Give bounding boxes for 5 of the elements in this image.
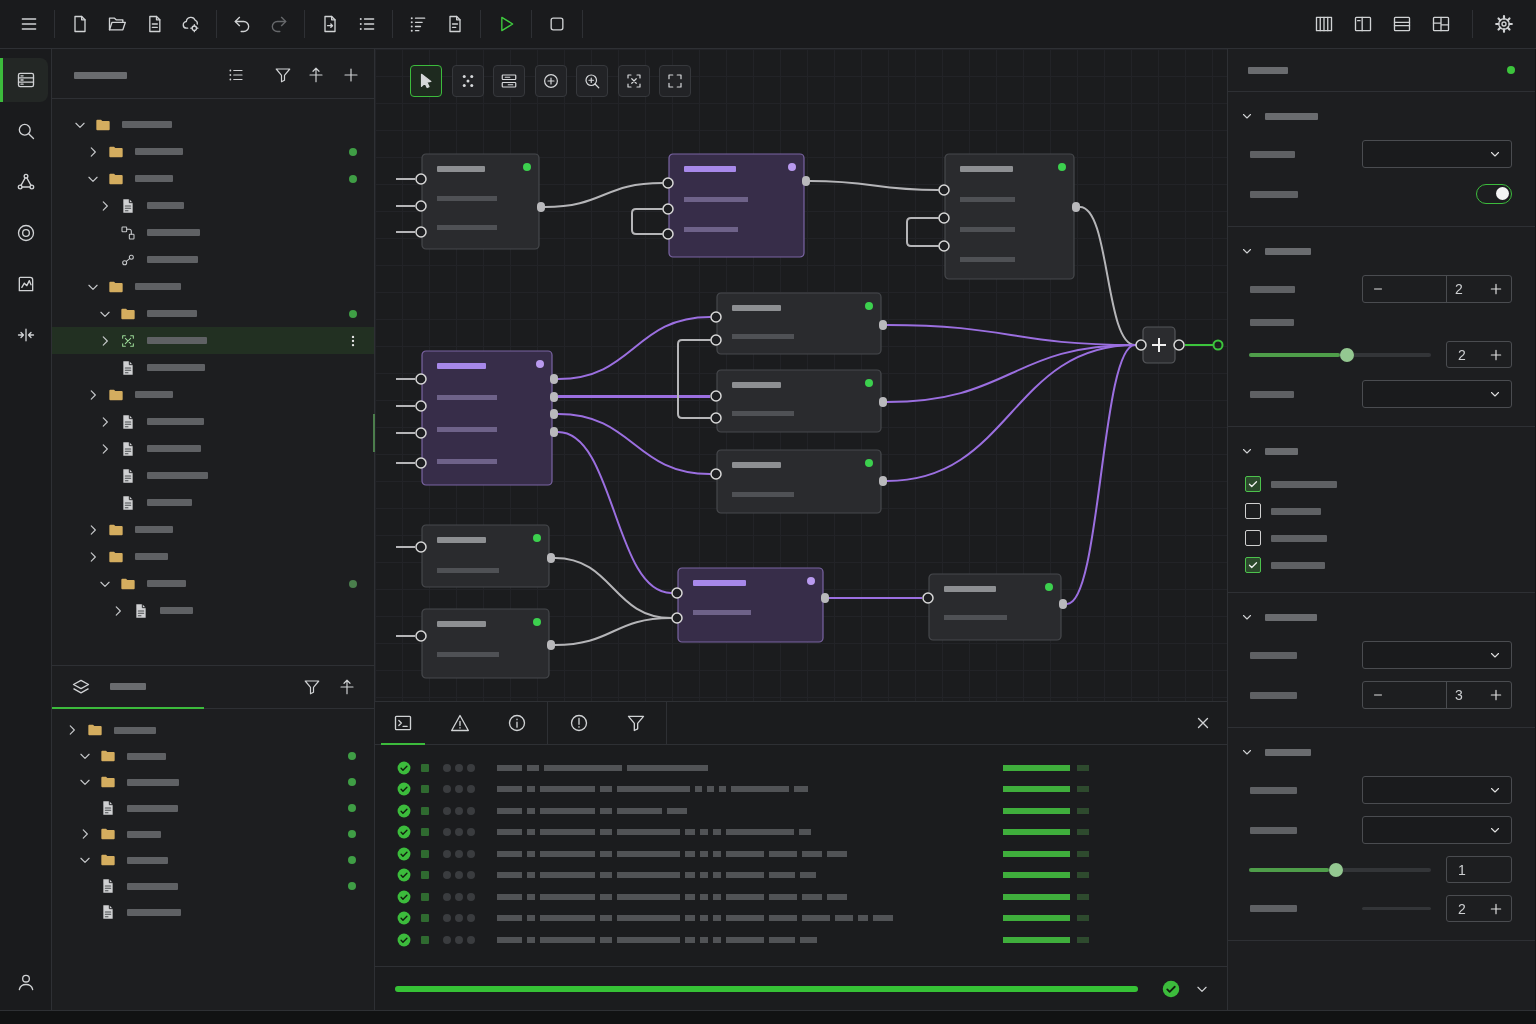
field-value: 1 [1458,862,1466,877]
field-value: 2 [1458,901,1466,916]
field-value: 2 [1455,282,1463,296]
field-value: 3 [1455,688,1463,702]
field-value: 2 [1458,347,1466,362]
